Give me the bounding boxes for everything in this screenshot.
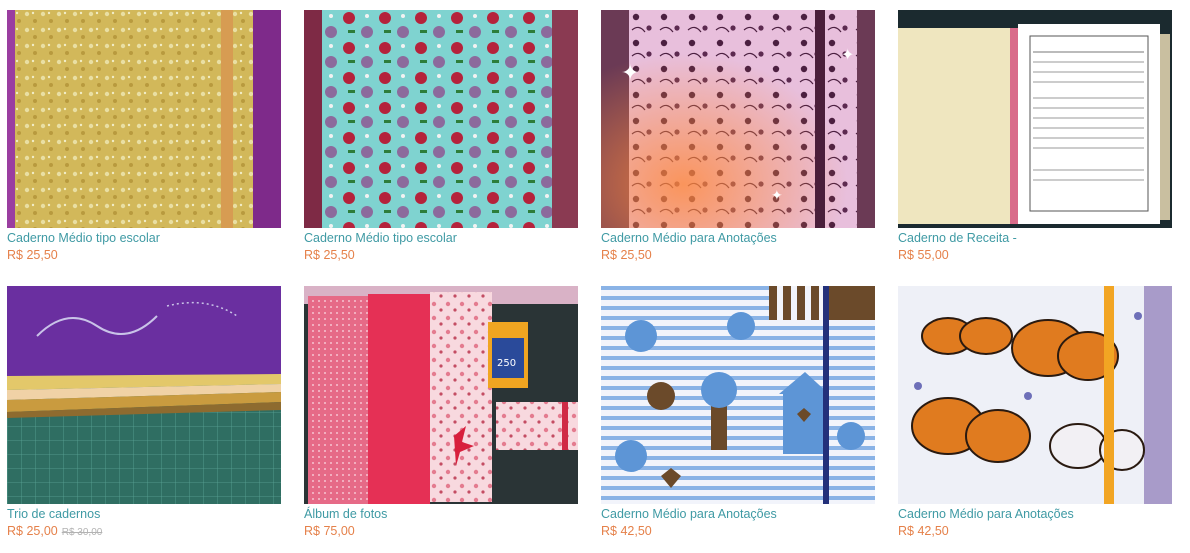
product-grid: Caderno Médio tipo escolar R$ 25,50 Cade…	[0, 0, 1190, 553]
product-image-yellow-floral-notebook[interactable]	[7, 10, 281, 228]
product-price: R$ 25,50	[7, 248, 58, 263]
product-title[interactable]: Álbum de fotos	[304, 507, 594, 522]
product-image-pink-photo-album[interactable]: 250	[304, 286, 578, 504]
product-image-butterfly-notebook[interactable]	[898, 286, 1172, 504]
product-image-purple-notebook-trio[interactable]	[7, 286, 281, 504]
product-title[interactable]: Caderno Médio tipo escolar	[304, 231, 594, 246]
product-title[interactable]: Caderno Médio tipo escolar	[7, 231, 297, 246]
product-title[interactable]: Trio de cadernos	[7, 507, 297, 522]
product-price: R$ 75,00	[304, 524, 355, 539]
product-title[interactable]: Caderno Médio para Anotações	[898, 507, 1188, 522]
product-image-blue-birds-notebook[interactable]	[601, 286, 875, 504]
product-image-apple-print-notebook[interactable]	[304, 10, 578, 228]
price-value: R$ 42,50	[601, 524, 652, 538]
price-value: R$ 55,00	[898, 248, 949, 262]
price-value: R$ 25,50	[304, 248, 355, 262]
product-price: R$ 42,50	[898, 524, 949, 539]
product-image-recipe-notebook[interactable]	[898, 10, 1172, 228]
product-image-pink-floral-notebook[interactable]: ✦ ✦ ✦	[601, 10, 875, 228]
svg-text:250: 250	[497, 358, 516, 369]
svg-text:✦: ✦	[771, 188, 783, 204]
product-title[interactable]: Caderno de Receita -	[898, 231, 1188, 246]
product-price: R$ 55,00	[898, 248, 949, 263]
product-price: R$ 25,00 R$ 30,00	[7, 524, 102, 540]
price-value: R$ 25,00	[7, 524, 58, 538]
product-price: R$ 25,50	[304, 248, 355, 263]
old-price: R$ 30,00	[61, 527, 103, 538]
price-value: R$ 25,50	[7, 248, 58, 262]
svg-text:✦: ✦	[621, 61, 639, 86]
product-price: R$ 25,50	[601, 248, 652, 263]
price-value: R$ 75,00	[304, 524, 355, 538]
product-price: R$ 42,50	[601, 524, 652, 539]
price-value: R$ 42,50	[898, 524, 949, 538]
svg-text:✦: ✦	[841, 45, 854, 64]
price-value: R$ 25,50	[601, 248, 652, 262]
product-title[interactable]: Caderno Médio para Anotações	[601, 231, 891, 246]
product-title[interactable]: Caderno Médio para Anotações	[601, 507, 891, 522]
